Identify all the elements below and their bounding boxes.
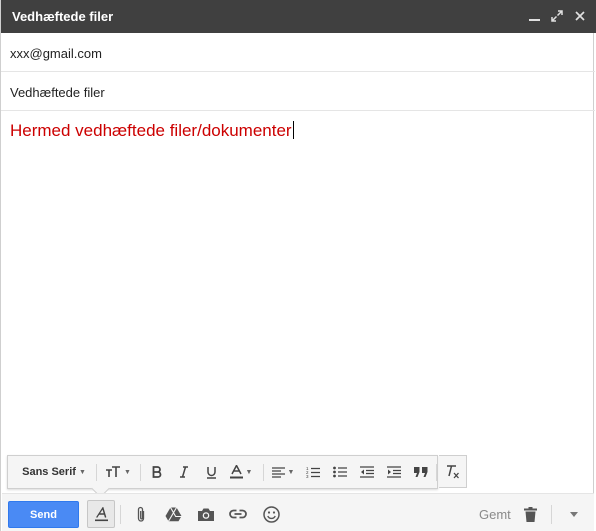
svg-text:3: 3 [306, 474, 309, 478]
quote-icon[interactable] [408, 456, 434, 488]
toolbar-divider [436, 464, 437, 481]
compose-window: Vedhæftede filer xxx@gmail.com Vedhæfted… [0, 0, 596, 531]
subject-value[interactable]: Vedhæftede filer [10, 85, 105, 100]
minimize-icon[interactable] [527, 8, 541, 24]
indent-more-icon[interactable] [381, 456, 407, 488]
text-cursor [292, 121, 294, 139]
insert-link-icon[interactable] [224, 500, 252, 528]
insert-emoji-icon[interactable] [257, 500, 285, 528]
more-options-icon[interactable] [560, 500, 588, 528]
toolbar-divider [120, 505, 121, 524]
bold-icon[interactable] [144, 456, 170, 488]
compose-title: Vedhæftede filer [12, 9, 114, 24]
recipient-chip[interactable]: xxx@gmail.com [10, 46, 102, 61]
toolbar-divider [140, 464, 141, 481]
attach-file-icon[interactable] [127, 500, 155, 528]
expand-icon[interactable] [550, 8, 564, 24]
formatting-toolbar: Sans Serif ▼ ▼ ▼ ▼ 123 [7, 455, 438, 498]
toolbar-divider [263, 464, 264, 481]
italic-icon[interactable] [171, 456, 197, 488]
close-icon[interactable] [573, 8, 587, 24]
compose-titlebar[interactable]: Vedhæftede filer [1, 0, 596, 33]
recipients-field[interactable]: xxx@gmail.com [1, 34, 595, 72]
font-size-icon[interactable]: ▼ [101, 456, 135, 488]
underline-icon[interactable] [198, 456, 224, 488]
subject-field[interactable]: Vedhæftede filer [1, 73, 595, 111]
font-family-dropdown[interactable]: Sans Serif ▼ [14, 456, 94, 488]
message-body[interactable]: Hermed vedhæftede filer/dokumenter [1, 112, 595, 452]
titlebar-controls [527, 8, 587, 24]
bulleted-list-icon[interactable] [327, 456, 353, 488]
formatting-options-icon[interactable] [87, 500, 115, 528]
toolbar-divider [551, 505, 552, 524]
insert-photo-icon[interactable] [192, 500, 220, 528]
draft-saved-status: Gemt [479, 507, 511, 522]
font-family-label: Sans Serif [22, 466, 76, 478]
align-icon[interactable]: ▼ [266, 456, 300, 488]
discard-draft-icon[interactable] [516, 500, 544, 528]
numbered-list-icon[interactable]: 123 [300, 456, 326, 488]
google-drive-icon[interactable] [159, 500, 187, 528]
body-text: Hermed vedhæftede filer/dokumenter [10, 121, 292, 140]
send-button[interactable]: Send [8, 501, 79, 528]
toolbar-divider [96, 464, 97, 481]
indent-less-icon[interactable] [354, 456, 380, 488]
remove-formatting-icon[interactable] [439, 455, 467, 488]
compose-bottom-bar: Send Gemt [2, 493, 594, 531]
text-color-icon[interactable]: ▼ [224, 456, 258, 488]
